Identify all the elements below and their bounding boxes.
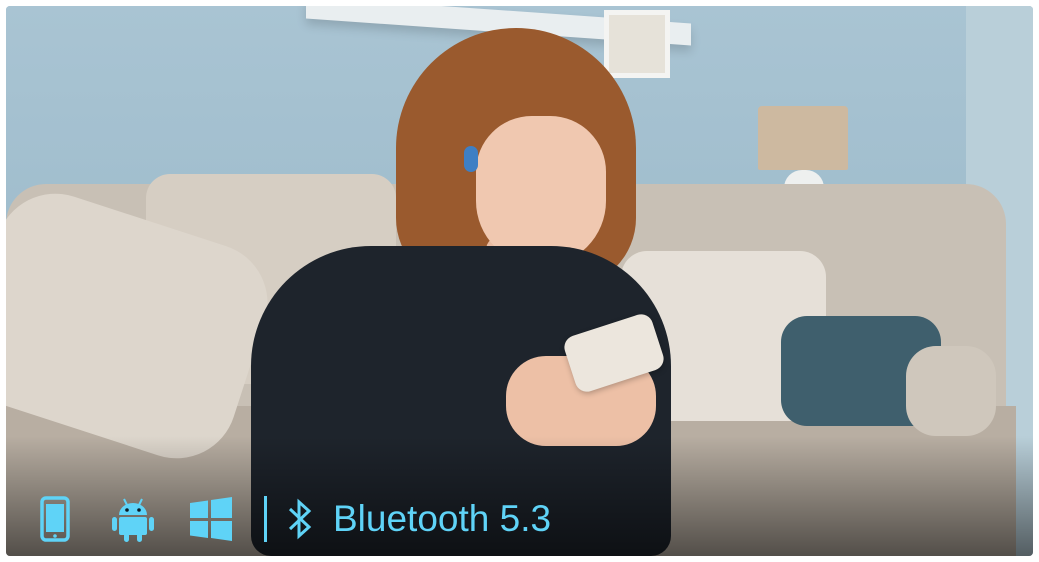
smartphone-icon [38, 490, 72, 548]
product-image: Bluetooth 5.3 [6, 6, 1033, 556]
face [476, 116, 606, 266]
android-icon [110, 490, 156, 548]
windows-icon [188, 490, 234, 548]
divider [264, 496, 267, 542]
bluetooth-icon [285, 490, 315, 548]
living-room-photo [6, 6, 1033, 556]
compatibility-bar: Bluetooth 5.3 [38, 490, 551, 548]
bluetooth-version-label: Bluetooth 5.3 [333, 498, 552, 539]
bone-conduction-earphone [464, 146, 478, 172]
